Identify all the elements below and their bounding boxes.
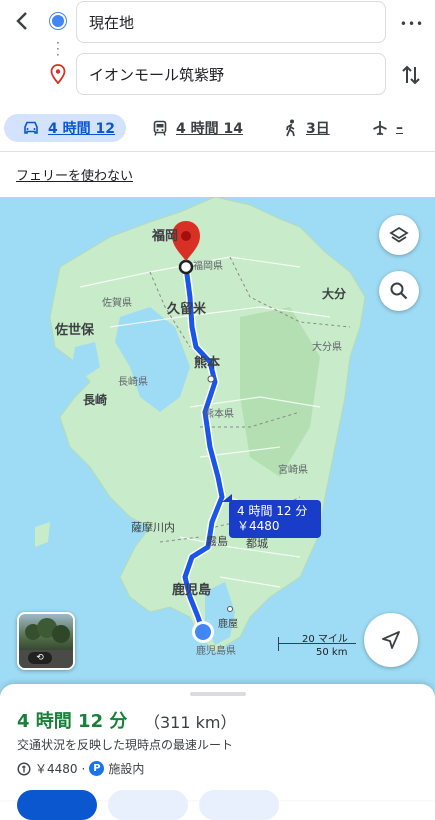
route-connector-icon: · · · <box>56 36 60 62</box>
label-fukuoka-pref: 福岡県 <box>193 261 223 272</box>
destination-pin-icon <box>50 64 66 84</box>
parking-text: 施設内 <box>108 762 145 776</box>
tab-transit-label: 4 時間 14 <box>176 121 243 137</box>
origin-dot-icon <box>52 15 64 27</box>
car-icon <box>24 121 38 134</box>
tab-flight[interactable]: – <box>372 114 403 142</box>
start-navigation-button[interactable] <box>364 613 418 667</box>
map-scale: 20 マイル 50 km <box>278 630 358 660</box>
fee-separator: · <box>81 761 86 776</box>
origin-field[interactable]: 現在地 <box>76 1 386 43</box>
label-nagasaki: 長崎 <box>83 393 108 407</box>
street-view-thumbnail[interactable]: ⟲ <box>17 612 75 670</box>
route-duration: 4 時間 12 分 <box>17 711 128 732</box>
rotate-360-icon: ⟲ <box>28 652 52 664</box>
city-dot-kanoya <box>227 606 233 612</box>
divider <box>0 151 435 152</box>
route-callout[interactable]: 4 時間 12 分 ￥4480 <box>229 500 321 538</box>
label-oita-pref: 大分県 <box>312 342 342 353</box>
label-kurume: 久留米 <box>167 302 207 317</box>
label-nagasaki-pref: 長崎県 <box>118 377 148 388</box>
tab-transit[interactable]: 4 時間 14 <box>152 114 243 142</box>
origin-value: 現在地 <box>89 13 135 32</box>
more-icon: ••• <box>399 17 425 31</box>
back-button[interactable] <box>8 6 38 36</box>
sheet-drag-handle[interactable] <box>190 692 246 696</box>
layers-button[interactable] <box>379 215 419 255</box>
map-view[interactable]: 福岡 福岡県 佐賀県 久留米 佐世保 大分 大分県 熊本 長崎県 長崎 熊本県 … <box>0 197 435 697</box>
destination-field[interactable]: イオンモール筑紫野 <box>76 53 386 95</box>
train-icon <box>153 120 167 136</box>
more-options-button[interactable]: ••• <box>398 10 426 38</box>
label-miyazaki-pref: 宮崎県 <box>278 465 308 476</box>
avoid-ferry-option[interactable]: フェリーを使わない <box>16 165 133 184</box>
tab-walk-label: 3日 <box>306 121 330 137</box>
label-kumamoto-pref: 熊本県 <box>204 409 234 420</box>
route-fee-row: ￥4480 · P 施設内 <box>17 760 144 777</box>
label-kagoshima: 鹿児島 <box>172 583 212 598</box>
start-button[interactable] <box>17 790 97 820</box>
tab-car[interactable]: 4 時間 12 <box>4 114 126 142</box>
city-dot-kumamoto <box>207 375 215 383</box>
label-fukuoka: 福岡 <box>152 229 179 244</box>
label-satsumasendai: 薩摩川内 <box>131 521 175 534</box>
swap-button[interactable] <box>396 60 426 90</box>
share-button[interactable] <box>199 790 279 820</box>
layers-icon <box>389 226 409 243</box>
tab-flight-label: – <box>396 120 403 136</box>
walk-icon <box>286 119 295 137</box>
parking-icon: P <box>89 761 105 776</box>
destination-endpoint <box>178 259 194 275</box>
callout-time: 4 時間 12 分 <box>237 504 308 518</box>
label-oita: 大分 <box>322 287 347 301</box>
current-location-dot <box>195 624 211 640</box>
label-sasebo: 佐世保 <box>55 323 95 338</box>
label-saga-pref: 佐賀県 <box>102 298 132 309</box>
callout-fare: ￥4480 <box>237 519 280 533</box>
label-kagoshima-pref: 鹿児島県 <box>196 646 236 657</box>
search-icon <box>390 282 408 300</box>
search-map-button[interactable] <box>379 271 419 311</box>
toll-fee: ￥4480 <box>35 762 78 776</box>
label-kirishima: 霧島 <box>206 535 228 548</box>
navigation-arrow-icon <box>382 631 400 649</box>
route-distance: （311 km） <box>144 713 237 732</box>
scale-km: 50 km <box>316 647 348 658</box>
back-arrow-icon <box>16 12 27 30</box>
plane-icon <box>373 121 387 136</box>
steps-button[interactable] <box>108 790 188 820</box>
route-description: 交通状況を反映した現時点の最速ルート <box>17 738 234 752</box>
tab-walk[interactable]: 3日 <box>284 114 330 142</box>
label-kumamoto: 熊本 <box>194 356 221 371</box>
koshiki-islands <box>35 522 50 547</box>
tab-car-label: 4 時間 12 <box>48 121 115 137</box>
destination-value: イオンモール筑紫野 <box>89 65 225 84</box>
toll-icon <box>17 761 31 776</box>
label-kanoya: 鹿屋 <box>218 619 238 630</box>
swap-arrows-icon <box>402 65 420 85</box>
